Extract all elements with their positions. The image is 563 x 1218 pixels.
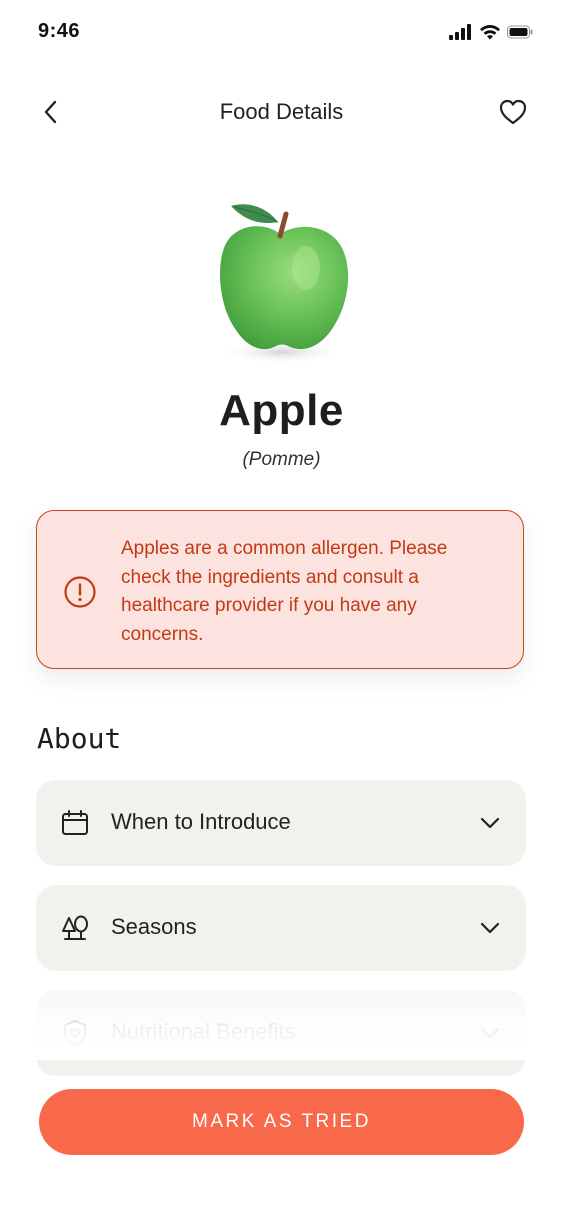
signal-icon xyxy=(449,24,471,40)
phone-screen: 9:46 Food Details Apple (Pomme) Apples a… xyxy=(0,0,563,1218)
calendar-icon xyxy=(62,810,88,835)
accordion-label: When to Introduce xyxy=(111,809,291,834)
food-alt-name: (Pomme) xyxy=(242,449,321,470)
heart-icon xyxy=(499,99,527,125)
page-title: Food Details xyxy=(219,99,344,124)
allergen-alert: Apples are a common allergen. Please che… xyxy=(36,510,524,669)
battery-icon xyxy=(507,25,533,39)
wifi-icon xyxy=(480,24,500,40)
trees-icon xyxy=(62,915,88,940)
accordion-nutritional-benefits[interactable]: Nutritional Benefits xyxy=(36,990,526,1076)
exclamation-circle-icon xyxy=(64,576,96,608)
apple-image xyxy=(218,204,349,364)
food-name: Apple xyxy=(219,386,344,435)
chevron-down-icon xyxy=(480,922,500,934)
favorite-button[interactable] xyxy=(497,96,529,128)
accordion-label: Nutritional Benefits xyxy=(111,1019,296,1044)
about-heading: About xyxy=(37,722,122,755)
shield-heart-icon xyxy=(64,1020,86,1046)
accordion-when-to-introduce[interactable]: When to Introduce xyxy=(36,780,526,866)
status-icons xyxy=(449,24,533,40)
chevron-down-icon xyxy=(480,1027,500,1039)
chevron-down-icon xyxy=(480,817,500,829)
alert-message: Apples are a common allergen. Please che… xyxy=(121,538,448,645)
top-nav: Food Details xyxy=(0,84,563,144)
status-bar: 9:46 xyxy=(0,0,563,64)
mark-as-tried-button[interactable]: MARK AS TRIED xyxy=(39,1089,524,1155)
status-time: 9:46 xyxy=(38,20,81,42)
accordion-seasons[interactable]: Seasons xyxy=(36,885,526,971)
accordion-label: Seasons xyxy=(111,914,197,939)
